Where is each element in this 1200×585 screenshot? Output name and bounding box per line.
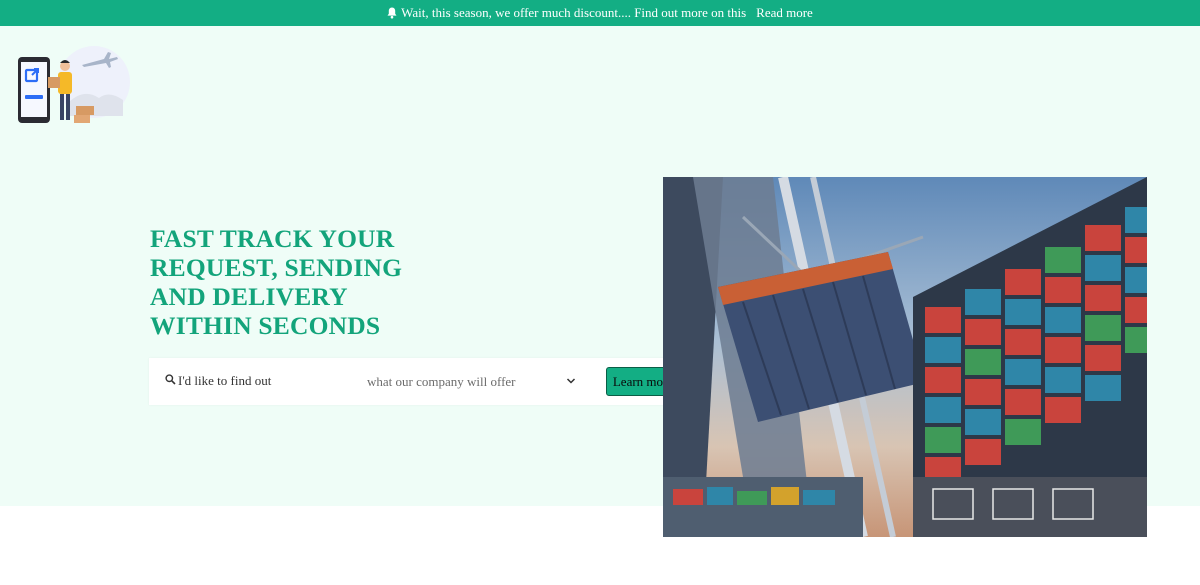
delivery-logo-icon[interactable] xyxy=(14,40,132,126)
chevron-down-icon xyxy=(566,378,576,384)
search-label: I'd like to find out xyxy=(178,373,272,388)
offer-select-value: what our company will offer xyxy=(367,374,516,389)
read-more-link[interactable]: Read more xyxy=(756,5,813,21)
announcement-bar: Wait, this season, we offer much discoun… xyxy=(0,0,1200,26)
offer-select[interactable]: what our company will offer xyxy=(360,369,582,395)
announcement-text: Wait, this season, we offer much discoun… xyxy=(401,5,747,20)
bell-icon xyxy=(387,7,397,19)
hero-headline: FAST TRACK YOUR REQUEST, SENDING AND DEL… xyxy=(150,224,403,340)
search-icon xyxy=(165,374,176,385)
container-port-photo xyxy=(663,177,1147,537)
